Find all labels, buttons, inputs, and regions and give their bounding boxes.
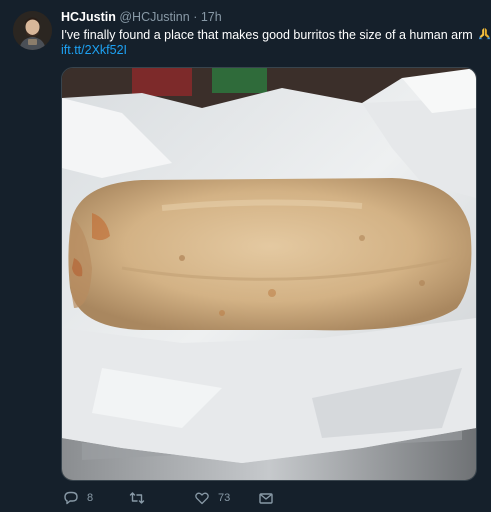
timestamp[interactable]: 17h <box>201 10 222 24</box>
reply-count: 8 <box>87 492 94 504</box>
like-icon <box>194 490 210 506</box>
like-button[interactable]: 73 <box>194 488 230 508</box>
tweet-header: HCJustin @HCJustinn · 17h <box>61 10 481 25</box>
display-name[interactable]: HCJustin <box>61 10 116 24</box>
tweet-media[interactable] <box>61 67 477 481</box>
tweet-text: I've finally found a place that makes go… <box>61 27 491 44</box>
user-handle[interactable]: @HCJustinn <box>119 10 189 24</box>
avatar[interactable] <box>13 11 52 50</box>
reply-button[interactable]: 8 <box>63 488 93 508</box>
retweet-icon <box>129 490 145 506</box>
tweet-actions: 8 73 <box>61 488 481 508</box>
avatar-image <box>13 11 52 50</box>
tweet-link[interactable]: ift.tt/2Xkf52I <box>61 43 127 58</box>
folded-hands-icon <box>478 27 491 44</box>
tweet-text-content: I've finally found a place that makes go… <box>61 28 473 42</box>
share-button[interactable] <box>258 488 274 508</box>
reply-icon <box>63 490 79 506</box>
burrito-photo <box>62 68 476 480</box>
like-count: 73 <box>218 492 231 504</box>
retweet-button[interactable] <box>129 488 153 508</box>
tweet[interactable]: HCJustin @HCJustinn · 17h I've finally f… <box>0 0 491 512</box>
share-icon <box>258 490 274 506</box>
separator-dot: · <box>193 10 198 24</box>
